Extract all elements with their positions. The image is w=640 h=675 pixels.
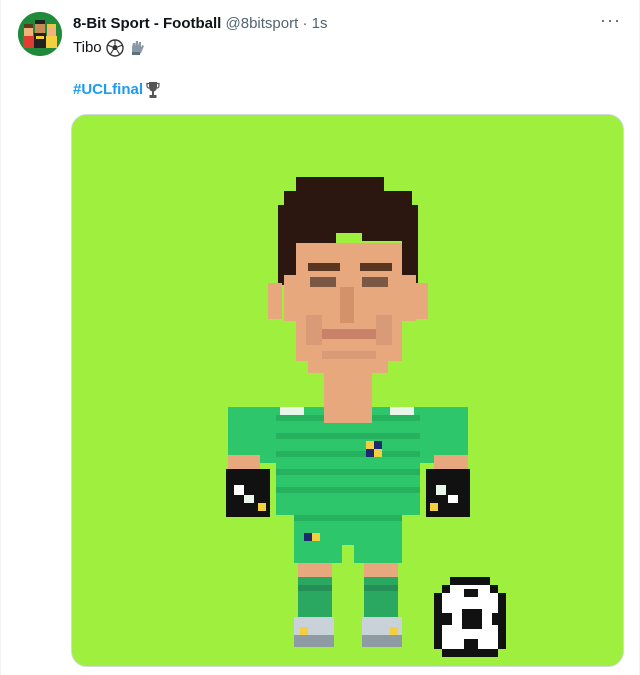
timestamp[interactable]: 1s	[312, 15, 328, 32]
tweet-media-image[interactable]	[71, 114, 624, 667]
tweet-text: Tibo	[73, 38, 146, 58]
soccer-ball-icon	[105, 39, 124, 57]
avatar[interactable]	[18, 12, 62, 56]
author-name[interactable]: 8-Bit Sport - Football	[73, 15, 221, 32]
separator: ·	[302, 15, 308, 32]
tweet[interactable]: 8-Bit Sport - Football @8bitsport · 1s ·…	[0, 0, 640, 675]
avatar-image	[18, 12, 62, 56]
soccer-ball	[434, 577, 506, 657]
tweet-header: 8-Bit Sport - Football @8bitsport · 1s	[73, 14, 327, 34]
more-options-button[interactable]: ···	[600, 10, 621, 31]
author-handle[interactable]: @8bitsport	[226, 15, 299, 32]
shorts	[294, 515, 402, 563]
trophy-icon	[146, 82, 160, 98]
pixel-goalkeeper-illustration	[72, 115, 623, 666]
hashtag-link[interactable]: #UCLfinal	[73, 80, 143, 100]
hashtag-line: #UCLfinal	[73, 80, 160, 100]
gloves-icon	[131, 41, 144, 55]
tweet-text-content: Tibo	[73, 39, 102, 56]
